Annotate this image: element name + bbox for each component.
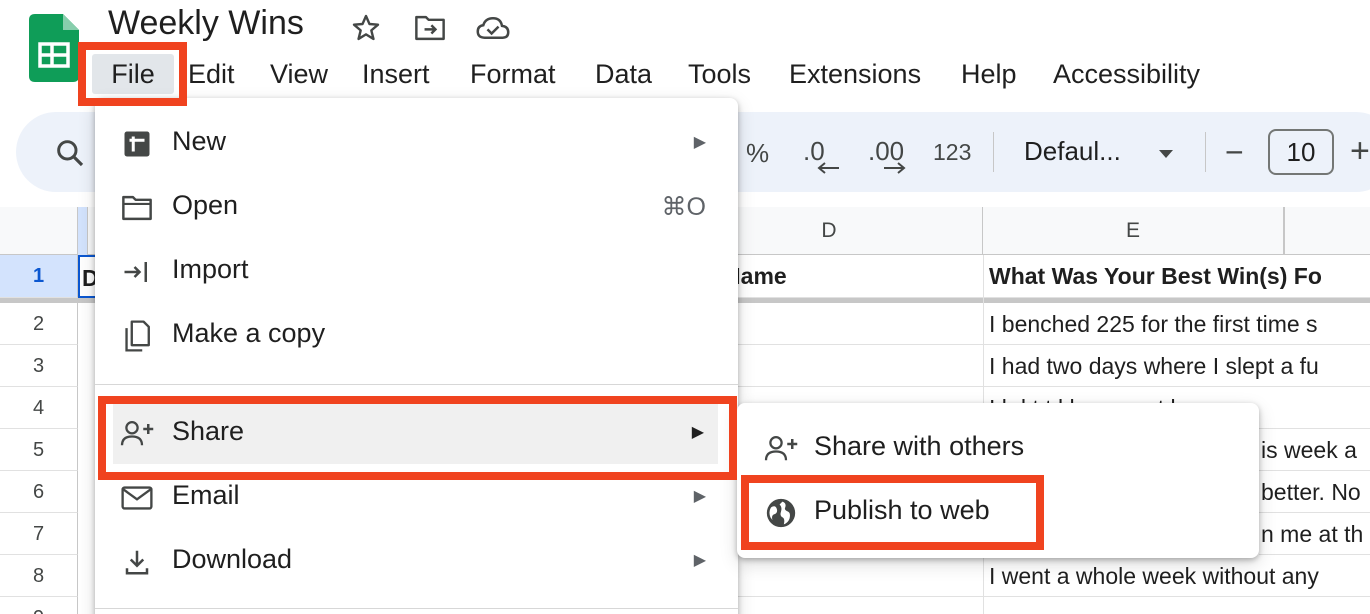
publish-to-web-item[interactable]: Publish to web — [737, 481, 1259, 543]
select-all-corner[interactable] — [0, 207, 78, 255]
decrease-decimal-button[interactable]: .0 — [803, 138, 839, 174]
submenu-arrow-icon: ▶ — [693, 134, 706, 151]
row-header-6[interactable]: 6 — [0, 471, 78, 513]
file-menu-open-shortcut: ⌘O — [661, 193, 706, 221]
menu-accessibility[interactable]: Accessibility — [1053, 54, 1200, 94]
file-menu-email[interactable]: Email ▶ — [95, 466, 738, 528]
file-menu-open[interactable]: Open ⌘O — [95, 176, 738, 238]
file-menu-open-label: Open — [172, 190, 239, 220]
star-icon[interactable] — [348, 10, 384, 46]
file-menu-import-label: Import — [172, 254, 249, 284]
folder-icon — [119, 190, 155, 226]
file-menu-download[interactable]: Download ▶ — [95, 530, 738, 592]
menu-data[interactable]: Data — [595, 54, 652, 94]
row-header-5[interactable]: 5 — [0, 429, 78, 471]
share-submenu: Share with others Publish to web — [737, 403, 1259, 558]
row-header-3[interactable]: 3 — [0, 345, 78, 387]
more-formats-button[interactable]: 123 — [933, 141, 971, 164]
menu-divider — [95, 608, 738, 609]
increase-decimal-button[interactable]: .00 — [868, 138, 906, 174]
cell-d8[interactable]: th — [700, 555, 983, 597]
menu-help[interactable]: Help — [961, 54, 1017, 94]
cell-d2[interactable]: th — [700, 303, 983, 345]
import-icon — [119, 254, 155, 290]
search-menus-icon[interactable] — [54, 137, 86, 173]
file-menu-make-copy[interactable]: Make a copy — [95, 304, 738, 366]
row-header-9[interactable]: 9 — [0, 597, 78, 614]
email-icon — [119, 480, 155, 516]
font-size-input[interactable]: 10 — [1268, 129, 1334, 175]
submenu-arrow-icon: ▶ — [693, 488, 706, 505]
cell-e1[interactable]: What Was Your Best Win(s) Fo — [983, 255, 1370, 298]
new-sheet-icon — [119, 126, 155, 162]
menu-insert[interactable]: Insert — [362, 54, 430, 94]
column-gridline — [1284, 207, 1285, 255]
file-menu-import[interactable]: Import — [95, 240, 738, 302]
cell-e3[interactable]: I had two days where I slept a fu — [983, 345, 1370, 387]
file-menu-new-label: New — [172, 126, 227, 156]
move-to-folder-icon[interactable] — [412, 10, 448, 46]
column-header-a[interactable] — [78, 207, 88, 255]
menu-view[interactable]: View — [270, 54, 328, 94]
document-title[interactable]: Weekly Wins — [108, 4, 304, 43]
menu-divider — [95, 384, 738, 385]
publish-to-web-label: Publish to web — [814, 495, 990, 525]
cell-e7[interactable]: n me at th — [1259, 513, 1370, 555]
file-menu-share-label: Share — [172, 416, 245, 446]
file-menu-email-label: Email — [172, 480, 240, 510]
format-percent-button[interactable]: % — [746, 140, 769, 166]
menu-file[interactable]: File — [92, 54, 174, 94]
cloud-saved-icon[interactable] — [475, 10, 511, 46]
file-menu-make-copy-label: Make a copy — [172, 318, 326, 348]
toolbar-divider — [993, 132, 994, 172]
increase-font-size-button[interactable]: + — [1350, 134, 1370, 168]
menu-edit[interactable]: Edit — [188, 54, 235, 94]
copy-icon — [119, 318, 155, 354]
file-menu-dropdown: New ▶ Open ⌘O Import Make a copy Share ▶… — [95, 98, 738, 614]
cell-e8[interactable]: I went a whole week without any — [983, 555, 1370, 597]
download-icon — [119, 544, 155, 580]
chevron-down-icon[interactable] — [1156, 142, 1176, 168]
row-header-1[interactable]: 1 — [0, 255, 78, 298]
globe-icon — [763, 495, 799, 531]
column-header-e[interactable]: E — [983, 207, 1284, 255]
cell-d1[interactable]: t Name — [700, 255, 983, 298]
toolbar-divider — [1205, 132, 1206, 172]
row-header-4[interactable]: 4 — [0, 387, 78, 429]
submenu-arrow-icon: ▶ — [691, 424, 704, 441]
submenu-arrow-icon: ▶ — [693, 552, 706, 569]
row-header-7[interactable]: 7 — [0, 513, 78, 555]
row-header-2[interactable]: 2 — [0, 303, 78, 345]
cell-e6[interactable]: better. No — [1259, 471, 1370, 513]
menu-tools[interactable]: Tools — [688, 54, 751, 94]
share-with-others-label: Share with others — [814, 431, 1025, 461]
cell-e5[interactable]: is week a — [1259, 429, 1370, 471]
menu-format[interactable]: Format — [470, 54, 556, 94]
cell-d3[interactable]: tre — [700, 345, 983, 387]
cell-e2[interactable]: I benched 225 for the first time s — [983, 303, 1370, 345]
file-menu-download-label: Download — [172, 544, 293, 574]
person-add-icon — [119, 416, 155, 452]
share-with-others-item[interactable]: Share with others — [737, 417, 1259, 479]
menu-extensions[interactable]: Extensions — [789, 54, 921, 94]
font-select[interactable]: Defaul... — [1024, 138, 1121, 164]
person-add-icon — [763, 431, 799, 467]
row-header-8[interactable]: 8 — [0, 555, 78, 597]
file-menu-new[interactable]: New ▶ — [95, 112, 738, 174]
sheets-logo-icon[interactable] — [29, 14, 79, 82]
decrease-font-size-button[interactable]: − — [1225, 136, 1244, 168]
file-menu-share[interactable]: Share ▶ — [113, 402, 718, 464]
